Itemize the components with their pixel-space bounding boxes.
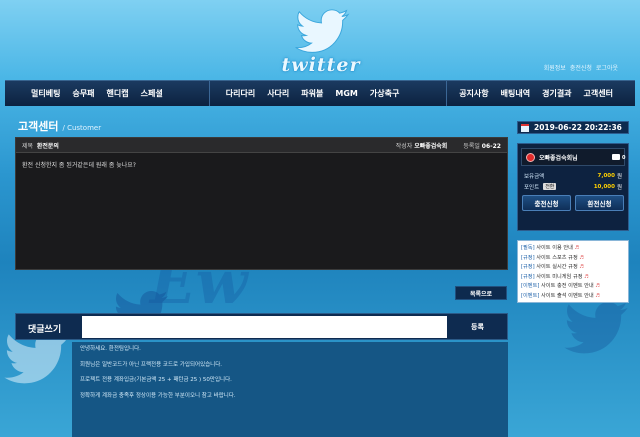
post-subject: 환전문의 [36, 142, 59, 150]
notice-item[interactable]: [이벤트] 사이트 충전 이벤트 안내 ♬ [521, 282, 625, 292]
nav-item-powerball[interactable]: 파워볼 [295, 88, 329, 99]
account-actions: 충전신청 환전신청 [518, 192, 628, 211]
nav-item-handicap[interactable]: 핸디캡 [101, 88, 135, 99]
point-unit: 원 [616, 184, 622, 191]
notice-item[interactable]: [이벤트] 사이트 출석 이벤트 안내 ♬ [521, 292, 625, 302]
twitter-bird-logo-icon[interactable] [292, 8, 350, 58]
site-header: twitter 회원정보 충전신청 로그아웃 [0, 0, 640, 80]
clock-bar: 2019-06-22 20:22:36 [517, 121, 629, 134]
nav-divider [446, 81, 448, 106]
account-panel: 오빠좋검숙회님 0 보유금액 7,000 원 포인트 전환 10,000 원 충… [517, 143, 629, 231]
notice-list: [필독] 사이트 이용 안내 ♬ [규정] 사이트 스포츠 규정 ♬ [규정] … [517, 240, 629, 303]
point-row: 포인트 전환 10,000 원 [518, 181, 628, 192]
site-logo-text[interactable]: twitter [276, 54, 366, 76]
nav-item-ladder[interactable]: 사다리 [261, 88, 295, 99]
post-date: 06-22 [481, 142, 501, 150]
nav-item-mgm[interactable]: MGM [329, 89, 364, 98]
current-time: 2019-06-22 20:22:36 [534, 123, 622, 132]
charge-button[interactable]: 충전신청 [522, 195, 571, 211]
nav-item-virtual-soccer[interactable]: 가상축구 [364, 88, 405, 99]
author-area: 작성자 오빠좋검숙회 [396, 141, 448, 150]
comment-label: 댓글쓰기 [28, 325, 62, 335]
notice-title: 사이트 충전 이벤트 안내 [539, 283, 596, 289]
notice-item[interactable]: [규정] 사이트 스포츠 규정 ♬ [521, 254, 625, 264]
nav-group-info: 공지사항 배팅내역 경기결과 고객센터 [440, 81, 619, 106]
balance-row: 보유금액 7,000 원 [518, 170, 628, 181]
notice-item[interactable]: [필독] 사이트 이용 안내 ♬ [521, 244, 625, 254]
notice-title: 사이트 출석 이벤트 안내 [539, 292, 596, 299]
notice-category: [이벤트] [521, 283, 540, 289]
post-meta-bar: 제목 환전문의 작성자 오빠좋검숙회 등록일 06-22 [16, 138, 507, 153]
notice-item[interactable]: [규정] 사이트 실시간 규정 ♬ [521, 263, 625, 273]
nav-item-win-draw-lose[interactable]: 승무패 [66, 88, 100, 99]
notice-category: [규정] [521, 254, 535, 261]
post-body: 환전 신청한지 좀 된거같은데 원래 좀 늦나요? [22, 162, 136, 169]
notice-mark-icon: ♬ [584, 273, 589, 280]
notice-title: 사이트 이용 안내 [534, 245, 575, 251]
post-author: 오빠좋검숙회 [414, 142, 448, 150]
date-area: 등록일 06-22 [463, 141, 501, 150]
reply-line: 정확하게 계좌금 충족후 정상이용 가능한 부분이오니 참고 바랍니다. [80, 392, 236, 399]
page-subtitle: / Customer [62, 124, 102, 132]
balance-unit: 원 [616, 173, 622, 180]
point-label: 포인트 [524, 184, 540, 191]
notice-title: 사이트 실시간 규정 [534, 264, 580, 270]
admin-reply: 안녕하세요. 환전팀입니다. 회원님은 일반코드가 아닌 프랙전용 코드로 가입… [72, 342, 508, 437]
notice-mark-icon: ♬ [595, 283, 600, 289]
account-header: 오빠좋검숙회님 [521, 148, 625, 166]
nav-group-sports: 멀티베팅 승무패 핸디캡 스페셜 [25, 81, 169, 106]
nav-divider [208, 81, 210, 106]
balance-value: 7,000 [597, 172, 615, 179]
subject-label: 제목 [22, 142, 34, 150]
user-level-icon [526, 152, 535, 162]
message-count: 0 [622, 155, 626, 161]
comment-submit-button[interactable]: 등록 [471, 322, 484, 332]
withdraw-button[interactable]: 환전신청 [575, 195, 624, 211]
nav-item-customer-center[interactable]: 고객센터 [578, 88, 619, 99]
back-to-list-button[interactable]: 목록으로 [455, 286, 507, 300]
nav-item-bet-history[interactable]: 배팅내역 [495, 88, 536, 99]
notice-item[interactable]: [규정] 사이트 미니게임 규정 ♬ [521, 273, 625, 283]
notice-mark-icon: ♬ [574, 245, 580, 251]
comment-input[interactable] [82, 316, 447, 338]
notice-mark-icon: ♬ [579, 254, 584, 261]
balance-label: 보유금액 [524, 173, 545, 180]
point-value: 10,000 [593, 183, 615, 190]
background-bird-icon [564, 302, 628, 354]
post-view: 제목 환전문의 작성자 오빠좋검숙회 등록일 06-22 환전 신청한지 좀 된… [15, 137, 508, 270]
notice-category: [이벤트] [521, 292, 540, 299]
page-title: 고객센터 [18, 120, 59, 133]
notice-title: 사이트 미니게임 규정 [534, 273, 585, 280]
nav-item-notice[interactable]: 공지사항 [453, 88, 494, 99]
member-links: 회원정보 충전신청 로그아웃 [544, 63, 618, 72]
logout-link[interactable]: 로그아웃 [596, 63, 618, 72]
notice-category: [규정] [521, 264, 535, 270]
user-name: 오빠좋검숙회님 [539, 154, 578, 162]
charge-link[interactable]: 충전신청 [570, 63, 592, 72]
notice-title: 사이트 스포츠 규정 [534, 254, 580, 261]
main-nav: 멀티베팅 승무패 핸디캡 스페셜 다리다리 사다리 파워볼 MGM 가상축구 공… [5, 80, 635, 106]
reply-line: 안녕하세요. 환전팀입니다. [80, 346, 141, 352]
nav-group-minigames: 다리다리 사다리 파워볼 MGM 가상축구 [220, 81, 406, 106]
reply-line: 프로젝트 전용 계좌입금(기본금액 25 + 패턴금 25 ) 50만입니다. [80, 377, 232, 384]
author-label: 작성자 [395, 142, 413, 150]
mail-icon[interactable] [612, 154, 620, 160]
notice-category: [규정] [521, 273, 535, 280]
date-label: 등록일 [463, 142, 480, 150]
nav-item-multi-bet[interactable]: 멀티베팅 [25, 88, 66, 99]
nav-item-results[interactable]: 경기결과 [536, 88, 577, 99]
notice-mark-icon: ♬ [595, 292, 600, 299]
comment-form: 댓글쓰기 등록 [15, 313, 508, 340]
notice-category: [필독] [521, 245, 535, 251]
calendar-icon [521, 123, 529, 132]
page-heading: 고객센터 / Customer [18, 118, 101, 134]
reply-line: 회원님은 일반코드가 아닌 프랙전용 코드로 가입되어있습니다. [80, 361, 223, 368]
nav-item-special[interactable]: 스페셜 [135, 88, 169, 99]
nav-item-dari-dari[interactable]: 다리다리 [220, 88, 261, 99]
member-info-link[interactable]: 회원정보 [544, 63, 566, 72]
notice-mark-icon: ♬ [579, 264, 584, 270]
point-convert-button[interactable]: 전환 [543, 183, 557, 190]
